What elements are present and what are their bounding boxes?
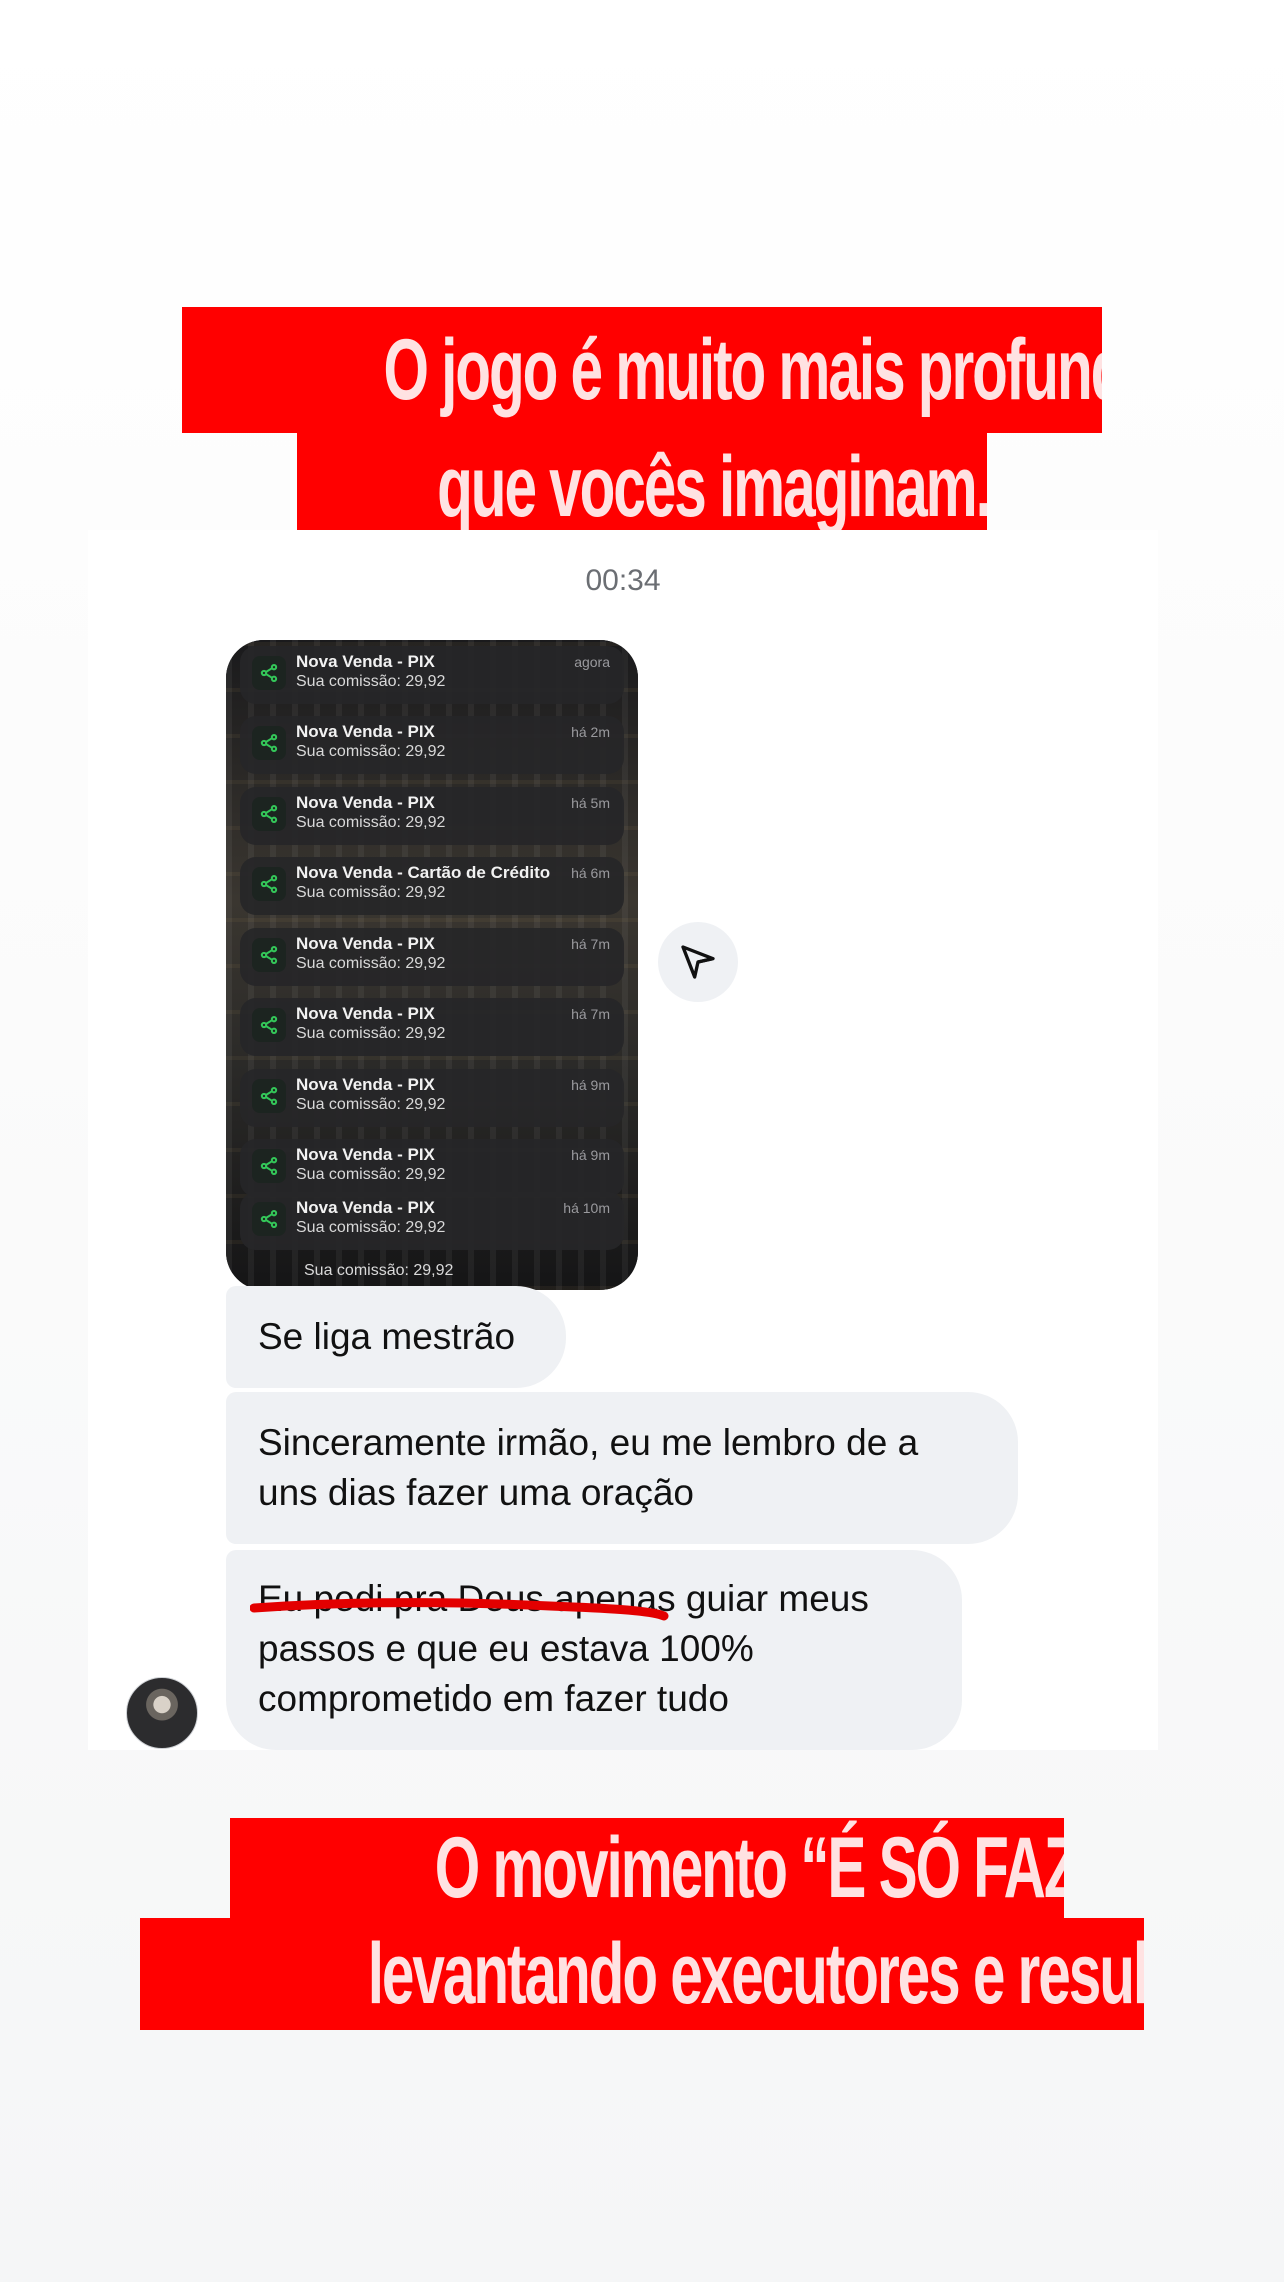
notification-card: Nova Venda - PIX Sua comissão: 29,92 há 2m: [240, 716, 624, 774]
notification-body: Sua comissão: 29,92: [296, 673, 446, 690]
message-bubble[interactable]: Se liga mestrão: [226, 1286, 566, 1388]
notification-body: Sua comissão: 29,92: [296, 1219, 446, 1236]
notification-card: Nova Venda - PIX Sua comissão: 29,92 há 7m: [240, 998, 624, 1056]
message-timestamp: 00:34: [585, 564, 661, 597]
red-underline-annotation: [250, 1598, 669, 1621]
share-node-icon: [260, 1087, 278, 1105]
notification-time: há 9m: [571, 1147, 610, 1163]
notification-app-icon: [252, 797, 286, 831]
share-node-icon: [260, 946, 278, 964]
top-banner-line-2: que vocês imaginam....: [297, 433, 987, 541]
message-text: Sinceramente irmão, eu me lembro de a: [258, 1422, 919, 1463]
notification-time: há 6m: [571, 865, 610, 881]
notification-card: Nova Venda - PIX Sua comissão: 29,92 há 10…: [240, 1192, 624, 1250]
notification-card: Nova Venda - PIX Sua comissão: 29,92 há 7m: [240, 928, 624, 986]
notification-title: Nova Venda - PIX: [296, 1075, 435, 1094]
notification-app-icon: [252, 867, 286, 901]
notification-body: Sua comissão: 29,92: [296, 1025, 446, 1042]
notification-body: Sua comissão: 29,92: [296, 955, 446, 972]
notification-card: Nova Venda - PIX Sua comissão: 29,92 há 9m: [240, 1069, 624, 1127]
notification-app-icon: [252, 938, 286, 972]
share-node-icon: [260, 734, 278, 752]
notification-screenshot[interactable]: Nova Venda - PIX Sua comissão: 29,92 agora…: [226, 640, 638, 1290]
notification-card: Nova Venda - PIX Sua comissão: 29,92 agora: [240, 646, 624, 704]
notification-time: agora: [574, 654, 610, 670]
notification-body: Sua comissão: 29,92: [296, 743, 446, 760]
notification-body: Sua comissão: 29,92: [296, 884, 446, 901]
notification-title: Nova Venda - PIX: [296, 1004, 435, 1023]
share-node-icon: [260, 1157, 278, 1175]
notification-card: Nova Venda - PIX Sua comissão: 29,92 há 5m: [240, 787, 624, 845]
notification-app-icon: [252, 656, 286, 690]
message-text: comprometido em fazer tudo: [258, 1678, 729, 1719]
share-node-icon: [260, 875, 278, 893]
notification-time: há 7m: [571, 1006, 610, 1022]
avatar[interactable]: [126, 1677, 198, 1749]
share-node-icon: [260, 805, 278, 823]
notification-title: Nova Venda - PIX: [296, 722, 435, 741]
share-node-icon: [260, 1210, 278, 1228]
notification-title: Nova Venda - PIX: [296, 652, 435, 671]
message-text: Se liga mestrão: [258, 1316, 516, 1357]
bottom-banner-line-2: levantando executores e resultados...: [140, 1918, 1144, 2030]
notification-app-icon: [252, 726, 286, 760]
notification-time: há 9m: [571, 1077, 610, 1093]
notification-title: Nova Venda - PIX: [296, 1145, 435, 1164]
notification-app-icon: [252, 1079, 286, 1113]
notification-time: há 10m: [563, 1200, 610, 1216]
share-node-icon: [260, 664, 278, 682]
notification-body: Sua comissão: 29,92: [296, 1166, 446, 1183]
notification-title: Nova Venda - PIX: [296, 1198, 435, 1217]
top-banner-line-1: O jogo é muito mais profundo do: [182, 307, 1102, 433]
notification-title: Nova Venda - PIX: [296, 793, 435, 812]
notification-title: Nova Venda - Cartão de Crédito: [296, 863, 551, 882]
bottom-banner-line-1: O movimento “É SÓ FAZER” está: [230, 1818, 1064, 1918]
message-text: uns dias fazer uma oração: [258, 1472, 695, 1513]
share-button[interactable]: [658, 922, 738, 1002]
notification-time: há 7m: [571, 936, 610, 952]
notification-title: Nova Venda - PIX: [296, 934, 435, 953]
message-bubble[interactable]: Eu pedi pra Deus apenas guiar meus passo…: [226, 1550, 962, 1750]
notification-card: Nova Venda - PIX Sua comissão: 29,92 há 9m: [240, 1139, 624, 1197]
notification-app-icon: [252, 1149, 286, 1183]
message-bubble[interactable]: Sinceramente irmão, eu me lembro de a un…: [226, 1392, 1018, 1544]
notification-tail-text: Sua comissão: 29,92: [304, 1262, 454, 1279]
notification-time: há 2m: [571, 724, 610, 740]
paper-plane-icon: [681, 945, 715, 979]
notification-app-icon: [252, 1008, 286, 1042]
chat-thread: 00:34 Nova Venda - PIX Sua comissão: 29,9…: [88, 530, 1158, 1750]
notification-body: Sua comissão: 29,92: [296, 814, 446, 831]
notification-time: há 5m: [571, 795, 610, 811]
notification-card: Nova Venda - Cartão de Crédito Sua comiss…: [240, 857, 624, 915]
message-text: passos e que eu estava 100%: [258, 1628, 754, 1669]
notification-app-icon: [252, 1202, 286, 1236]
notification-body: Sua comissão: 29,92: [296, 1096, 446, 1113]
share-node-icon: [260, 1016, 278, 1034]
